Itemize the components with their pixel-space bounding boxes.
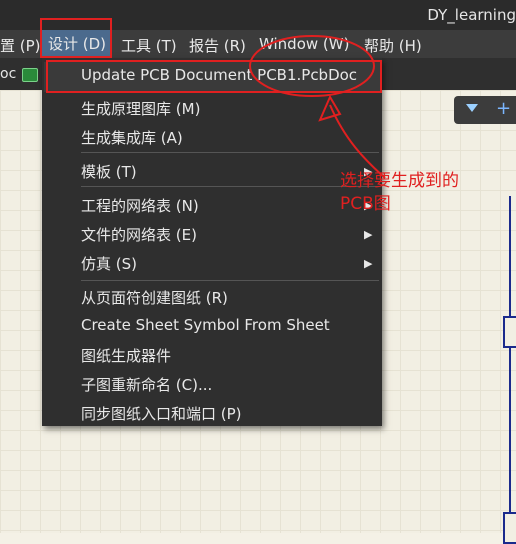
- annotation-ellipse: [249, 35, 375, 97]
- annotation-arrow: [249, 35, 386, 179]
- annotation-arrow-line: [329, 104, 386, 179]
- annotation-line-2: PCB图: [340, 194, 391, 214]
- annotation-line-1: 选择要生成到的: [340, 171, 459, 191]
- annotation-arrow-head: [318, 94, 342, 122]
- annotation-note: 选择要生成到的 PCB图: [340, 170, 500, 216]
